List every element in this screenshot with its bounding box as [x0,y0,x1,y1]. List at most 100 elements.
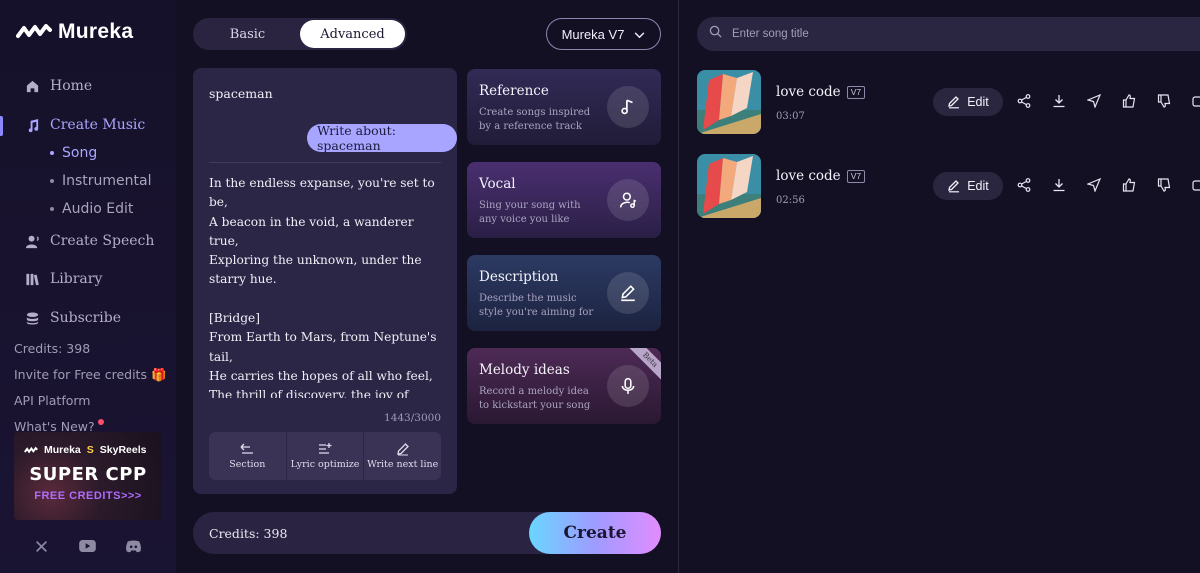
lyrics-textarea[interactable]: In the endless expanse, you're set to be… [209,174,445,398]
vocal-desc: Sing your song with any voice you like [479,200,581,225]
sidebar-subitem-label: Audio Edit [62,201,134,217]
sidebar-subitem-instrumental[interactable]: Instrumental [50,173,152,189]
write-about-chip[interactable]: Write about: spaceman [307,123,457,153]
song-cover-art[interactable] [697,154,761,218]
bullet-icon [50,179,54,183]
mureka-logo-icon [16,24,52,38]
search-input[interactable] [732,28,1032,40]
song-duration: 02:56 [776,195,805,206]
edit-button[interactable]: Edit [933,88,1003,116]
character-counter: 1443/3000 [384,412,441,424]
download-icon[interactable] [1052,94,1066,108]
model-select-value: Mureka V7 [561,26,625,42]
sidebar-item-label: Create Music [50,117,146,133]
api-platform-link[interactable]: API Platform [14,393,90,408]
tab-basic[interactable]: Basic [195,20,300,48]
lyrics-title[interactable]: spaceman [209,86,273,101]
x-twitter-icon[interactable] [32,538,50,554]
lyrics-toolbar: Section Lyric optimize Write next line [209,432,441,480]
lyric-optimize-button[interactable]: Lyric optimize [286,432,364,480]
download-icon[interactable] [1052,178,1066,192]
melody-ideas-card[interactable]: Beta Melody ideas Record a melody idea t… [467,348,661,424]
sidebar-item-subscribe[interactable]: Subscribe [24,310,121,326]
brand-logo[interactable]: Mureka [16,20,133,44]
brand-name: Mureka [58,20,134,43]
sidebar-item-create-speech[interactable]: Create Speech [24,233,154,249]
divider [209,162,441,163]
reference-card[interactable]: Reference Create songs inspired by a ref… [467,69,661,145]
user-voice-icon [607,179,649,221]
song-actions [1017,178,1200,192]
sidebar-item-label: Home [50,78,93,94]
sidebar-item-create-music[interactable]: Create Music [24,117,145,133]
skyreels-logo-icon: S [86,444,94,456]
write-next-line-label: Write next line [367,459,439,470]
credits-display: Credits: 398 [209,526,288,541]
microphone-icon [607,365,649,407]
search-icon [709,25,722,43]
sidebar-item-label: Subscribe [50,310,122,326]
promo-brand-mureka: Mureka [44,444,81,456]
song-title[interactable]: love code V7 [776,168,866,184]
tab-advanced[interactable]: Advanced [300,20,405,48]
youtube-icon[interactable] [78,538,96,554]
sidebar-credits: Credits: 398 [14,341,91,356]
social-links [32,538,142,554]
edit-label: Edit [967,95,989,109]
edit-button[interactable]: Edit [933,172,1003,200]
song-row[interactable]: love code V7 02:56 Edit [697,154,1200,218]
invite-label: Invite for Free credits [14,367,147,382]
send-icon[interactable] [1087,94,1101,108]
optimize-icon [319,443,332,454]
create-button[interactable]: Create [529,512,661,554]
thumbs-up-icon[interactable] [1122,178,1136,192]
thumbs-down-icon[interactable] [1157,178,1171,192]
pencil-icon [948,96,960,109]
sidebar-subitem-song[interactable]: Song [50,145,97,161]
gift-icon: 🎁 [150,367,167,382]
vocal-card[interactable]: Vocal Sing your song with any voice you … [467,162,661,238]
sidebar-item-home[interactable]: Home [24,78,92,94]
thumbs-up-icon[interactable] [1122,94,1136,108]
pencil-icon [607,272,649,314]
song-row[interactable]: love code V7 03:07 Edit [697,70,1200,134]
bullet-icon [50,207,54,211]
song-title[interactable]: love code V7 [776,84,866,100]
promo-brands: Mureka S SkyReels [24,444,146,456]
sidebar-item-library[interactable]: Library [24,271,102,287]
song-cover-art[interactable] [697,70,761,134]
mode-toggle: Basic Advanced [193,18,407,50]
panel-divider [678,0,679,573]
model-select[interactable]: Mureka V7 [546,18,661,50]
song-title-text: love code [776,168,841,184]
notification-dot [97,419,104,425]
sidebar-subitem-audio-edit[interactable]: Audio Edit [50,201,133,217]
music-note-icon [607,86,649,128]
edit-label: Edit [967,179,989,193]
description-title: Description [479,269,559,285]
share-icon[interactable] [1017,94,1031,108]
description-card[interactable]: Description Describe the music style you… [467,255,661,331]
promo-headline: SUPER CPP [29,464,147,485]
melody-title: Melody ideas [479,362,570,378]
more-options-icon[interactable] [1192,94,1200,108]
thumbs-down-icon[interactable] [1157,94,1171,108]
promo-banner[interactable]: Mureka S SkyReels SUPER CPP FREE CREDITS… [14,432,162,520]
section-button[interactable]: Section [209,432,286,480]
promo-brand-skyreels: SkyReels [99,444,147,456]
home-icon [24,78,40,94]
lyric-optimize-label: Lyric optimize [290,459,360,470]
pencil-icon [948,180,960,193]
mureka-logo-icon [24,446,38,453]
sidebar-item-label: Library [50,271,103,287]
sidebar: Mureka Home Create Music Song Instrument… [0,0,176,573]
invite-link[interactable]: Invite for Free credits 🎁 [14,367,167,383]
search-bar [697,17,1200,51]
write-next-line-button[interactable]: Write next line [364,432,441,480]
send-icon[interactable] [1087,178,1101,192]
discord-icon[interactable] [124,538,142,554]
more-options-icon[interactable] [1192,178,1200,192]
coin-stack-icon [24,310,40,326]
share-icon[interactable] [1017,178,1031,192]
description-desc: Describe the music style you're aiming f… [479,293,594,318]
